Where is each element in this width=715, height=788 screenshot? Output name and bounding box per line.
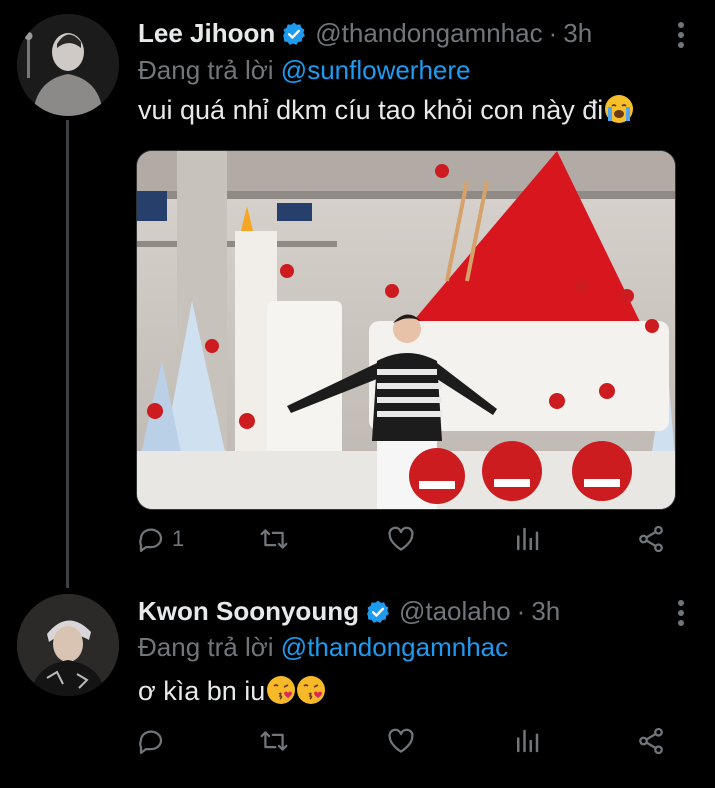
tweet[interactable]: Lee Jihoon @thandongamnhac · 3h Đang trả…	[0, 0, 715, 584]
share-button[interactable]	[636, 524, 666, 554]
user-handle[interactable]: @taolaho	[399, 596, 511, 627]
like-icon	[388, 526, 414, 551]
tweet-text-content: vui quá nhỉ dkm cíu tao khỏi con này đi	[138, 95, 604, 125]
like-icon	[388, 728, 414, 753]
tweet-header: Kwon Soonyoung @taolaho · 3h	[138, 596, 560, 627]
tweet-actions	[136, 726, 676, 766]
separator-dot: ·	[516, 596, 526, 626]
share-icon	[639, 525, 663, 553]
user-handle[interactable]: @thandongamnhac	[315, 18, 542, 49]
timestamp[interactable]: 3h	[531, 596, 560, 627]
avatar[interactable]	[17, 594, 119, 696]
reply-button[interactable]: 1	[136, 524, 184, 554]
replying-to: Đang trả lời @sunflowerhere	[138, 55, 471, 86]
stats-icon	[517, 729, 539, 753]
analytics-button[interactable]	[512, 726, 542, 756]
tweet-text-content: ơ kìa bn iu	[138, 676, 266, 706]
face-blowing-kiss-emoji	[297, 676, 326, 704]
reply-icon	[139, 730, 163, 754]
verified-badge-icon	[281, 21, 307, 47]
separator-dot: ·	[548, 18, 558, 48]
reply-count: 1	[172, 526, 185, 551]
replying-to: Đang trả lời @thandongamnhac	[138, 632, 508, 663]
tweet-photo[interactable]	[136, 150, 676, 510]
face-blowing-kiss-emoji	[267, 676, 296, 704]
replying-to-label: Đang trả lời	[138, 55, 274, 85]
more-icon[interactable]	[677, 22, 685, 52]
tweet[interactable]: Kwon Soonyoung @taolaho · 3h Đang trả lờ…	[0, 584, 715, 788]
retweet-button[interactable]	[258, 524, 290, 554]
retweet-button[interactable]	[258, 726, 290, 756]
reply-mention-link[interactable]: @thandongamnhac	[281, 632, 508, 662]
avatar[interactable]	[17, 14, 119, 116]
share-button[interactable]	[636, 726, 666, 756]
retweet-icon	[260, 529, 288, 549]
like-button[interactable]	[386, 524, 416, 554]
reply-mention-link[interactable]: @sunflowerhere	[281, 55, 471, 85]
share-icon	[639, 727, 663, 755]
display-name[interactable]: Lee Jihoon	[138, 18, 275, 49]
more-icon[interactable]	[677, 600, 685, 630]
retweet-icon	[260, 731, 288, 751]
timestamp[interactable]: 3h	[563, 18, 592, 49]
loudly-crying-face-emoji	[605, 95, 634, 123]
display-name[interactable]: Kwon Soonyoung	[138, 596, 359, 627]
tweet-actions: 1	[136, 524, 676, 564]
analytics-button[interactable]	[512, 524, 542, 554]
tweet-text: vui quá nhỉ dkm cíu tao khỏi con này đi	[138, 95, 634, 126]
reply-icon	[139, 528, 163, 552]
like-button[interactable]	[386, 726, 416, 756]
stats-icon	[517, 527, 539, 551]
tweet-header: Lee Jihoon @thandongamnhac · 3h	[138, 18, 592, 49]
replying-to-label: Đang trả lời	[138, 632, 274, 662]
verified-badge-icon	[365, 599, 391, 625]
reply-button[interactable]	[136, 726, 172, 756]
tweet-text: ơ kìa bn iu	[138, 676, 326, 707]
